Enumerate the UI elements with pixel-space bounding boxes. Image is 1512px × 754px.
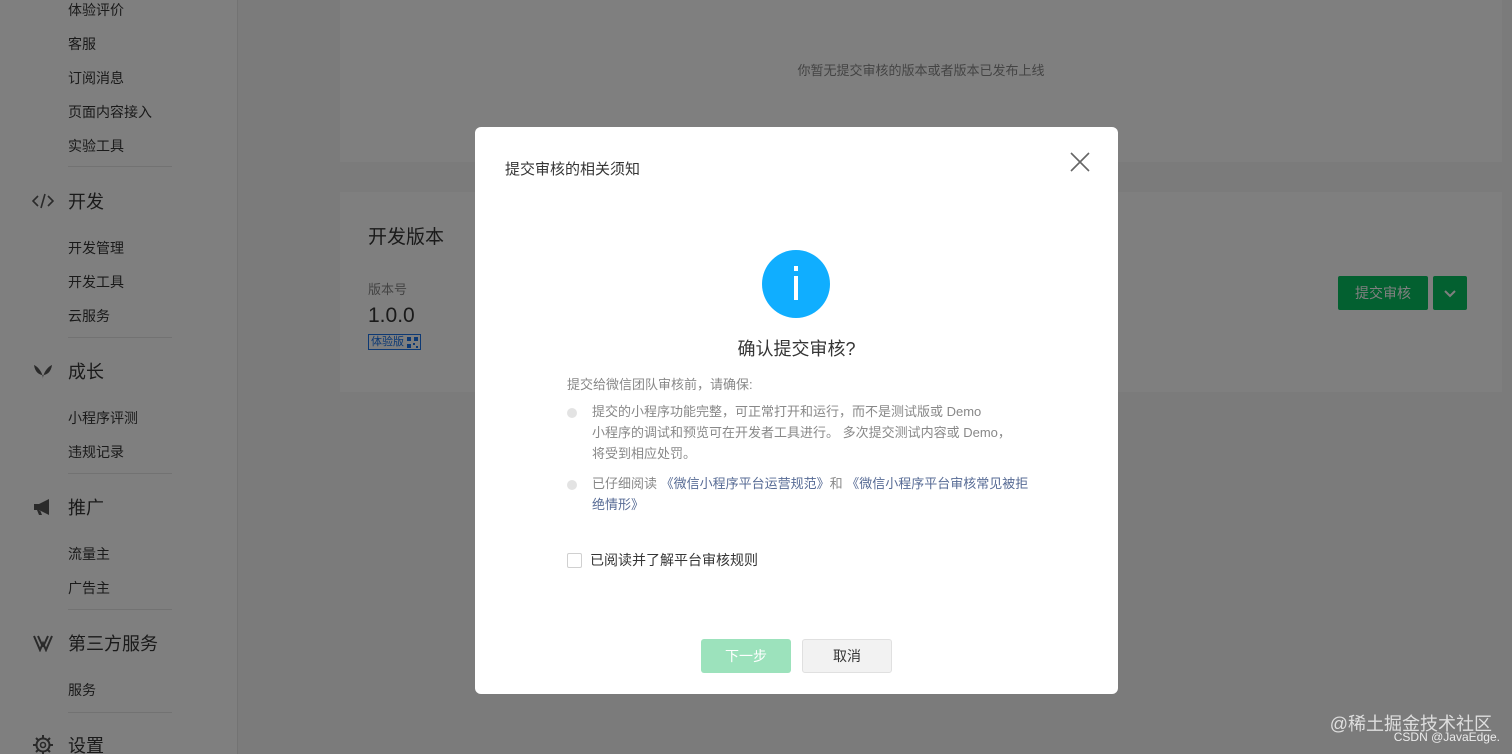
close-button[interactable]: [1069, 151, 1091, 173]
rule1-line2: 小程序的调试和预览可在开发者工具进行。 多次提交测试内容或 Demo，: [592, 425, 1011, 440]
watermark-csdn: CSDN @JavaEdge.: [1393, 730, 1500, 744]
bullet-icon: [567, 408, 577, 418]
agree-rules-checkbox-row[interactable]: 已阅读并了解平台审核规则: [567, 550, 758, 570]
rule2-and: 和: [829, 476, 847, 491]
dialog-title: 提交审核的相关须知: [505, 161, 641, 178]
ops-rules-link[interactable]: 《微信小程序平台运营规范》: [661, 476, 830, 491]
next-step-button[interactable]: 下一步: [701, 639, 791, 673]
rule-item: 提交的小程序功能完整，可正常打开和运行，而不是测试版或 Demo 小程序的调试和…: [567, 401, 1032, 464]
info-icon: [762, 250, 830, 318]
rule1-line1: 提交的小程序功能完整，可正常打开和运行，而不是测试版或 Demo: [592, 404, 982, 419]
cancel-button[interactable]: 取消: [802, 639, 892, 673]
confirm-heading: 确认提交审核?: [737, 339, 856, 359]
close-icon: [1069, 152, 1091, 177]
bullet-icon: [567, 480, 577, 490]
agree-checkbox[interactable]: [567, 552, 582, 568]
rule-item: 已仔细阅读 《微信小程序平台运营规范》和 《微信小程序平台审核常见被拒绝情形》: [567, 473, 1032, 515]
checkbox-label: 已阅读并了解平台审核规则: [590, 552, 758, 568]
rule2-prefix: 已仔细阅读: [592, 476, 661, 491]
rule1-line3: 将受到相应处罚。: [592, 446, 697, 461]
ensure-text: 提交给微信团队审核前，请确保:: [567, 377, 753, 392]
submit-review-dialog: 提交审核的相关须知 确认提交审核? 提交给微信团队审核前，请确保: 提交的小程序…: [475, 127, 1118, 694]
